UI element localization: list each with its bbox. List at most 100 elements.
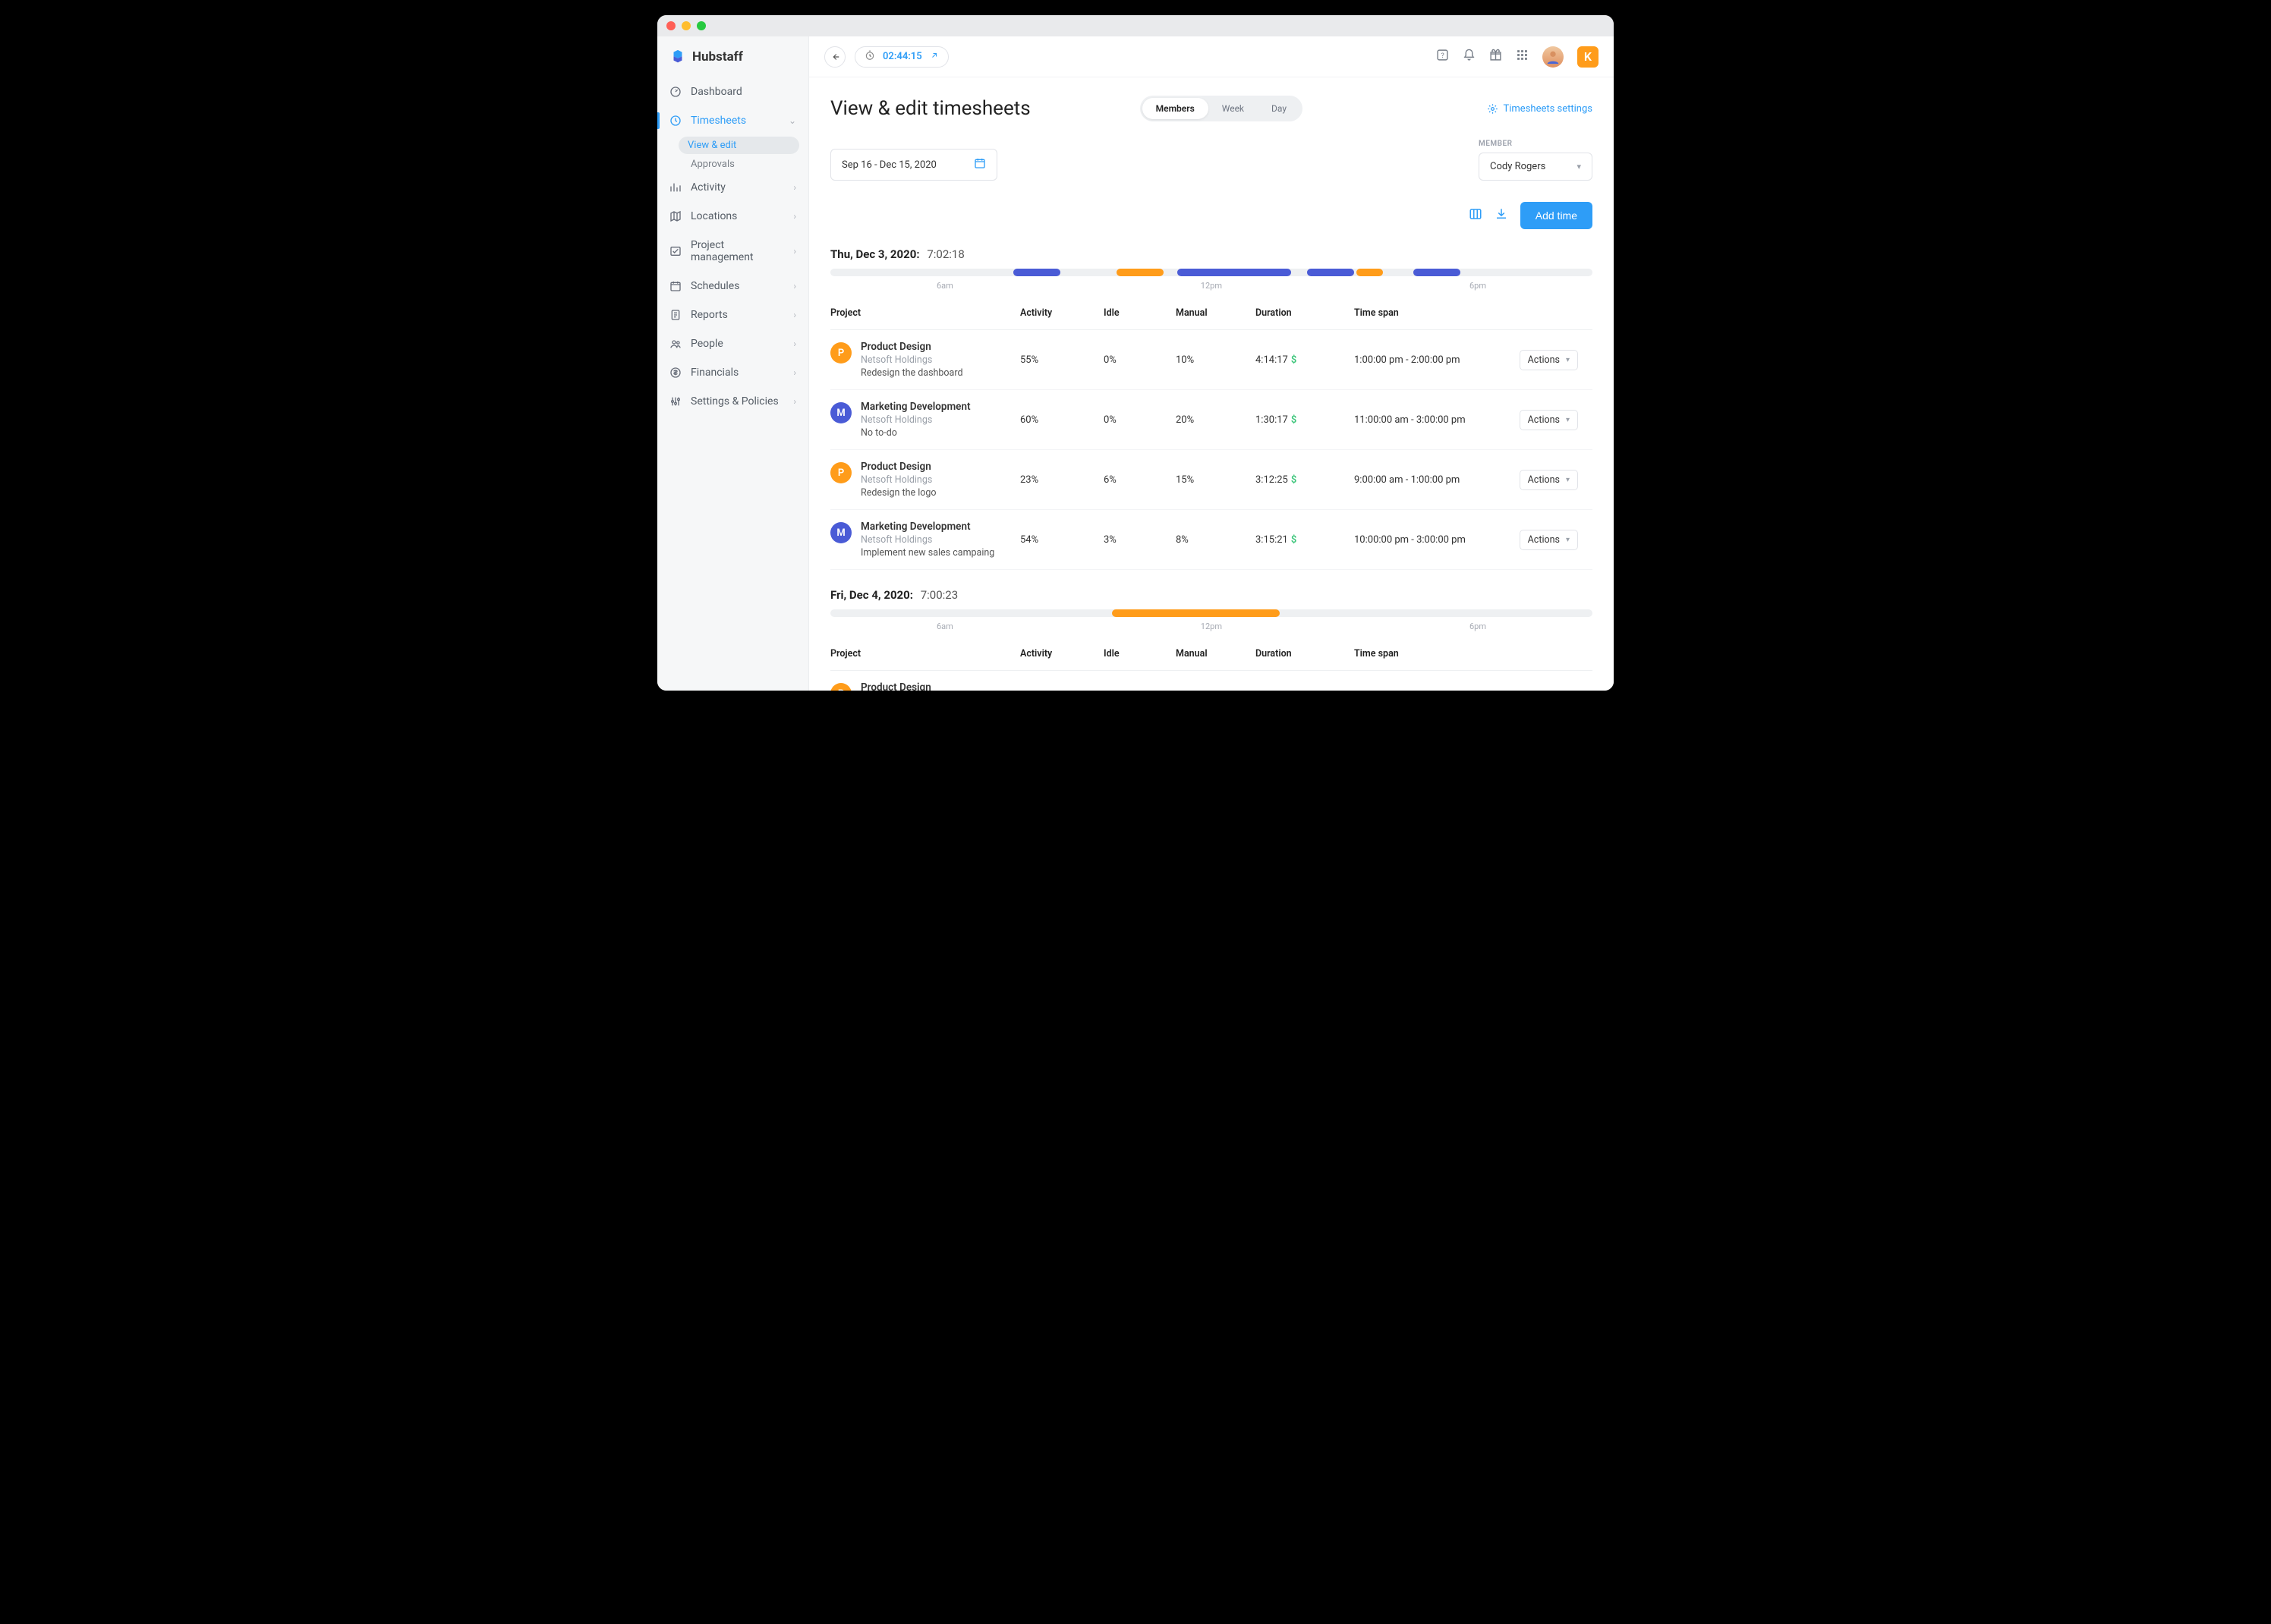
arrow-left-icon — [830, 52, 840, 62]
table-header: ProjectActivityIdleManualDurationTime sp… — [830, 637, 1592, 671]
cell-manual: 15% — [1176, 474, 1255, 486]
timesheets-settings-label: Timesheets settings — [1503, 103, 1592, 115]
col-header: Duration — [1255, 307, 1354, 319]
project-name: Product Design — [861, 341, 963, 353]
report-icon — [669, 309, 682, 321]
cell-duration: 3:12:25 $ — [1255, 474, 1354, 486]
view-toggle-week[interactable]: Week — [1208, 98, 1258, 119]
table-row: P Product Design Netsoft Holdings Redesi… — [830, 330, 1592, 390]
help-icon[interactable]: ? — [1436, 49, 1449, 65]
apps-grid-icon[interactable] — [1516, 49, 1529, 65]
row-actions-button[interactable]: Actions▾ — [1520, 530, 1578, 550]
timeline-segment — [1413, 269, 1460, 276]
calendar-icon — [974, 157, 986, 172]
col-header: Manual — [1176, 307, 1255, 319]
project-task: No to-do — [861, 427, 971, 439]
maximize-window-dot[interactable] — [697, 21, 706, 30]
timeline-segment — [1112, 609, 1280, 617]
minimize-window-dot[interactable] — [682, 21, 691, 30]
gift-icon[interactable] — [1489, 49, 1502, 65]
project-org: Netsoft Holdings — [861, 414, 971, 426]
cell-manual: 20% — [1176, 414, 1255, 426]
brand[interactable]: Hubstaff — [657, 36, 808, 77]
user-avatar[interactable] — [1542, 46, 1564, 68]
view-toggle-members[interactable]: Members — [1142, 98, 1208, 119]
member-select[interactable]: Cody Rogers ▾ — [1479, 153, 1592, 181]
stopwatch-icon — [865, 50, 875, 64]
sidebar-subitem-approvals[interactable]: Approvals — [657, 156, 808, 173]
sidebar-item-financials[interactable]: Financials › — [657, 358, 808, 387]
sidebar-item-activity[interactable]: Activity › — [657, 173, 808, 202]
download-icon[interactable] — [1495, 207, 1508, 224]
row-actions-button[interactable]: Actions▾ — [1520, 350, 1578, 370]
sidebar-item-label: Dashboard — [691, 86, 742, 98]
sidebar-item-settings-policies[interactable]: Settings & Policies › — [657, 387, 808, 416]
cell-idle: 0% — [1104, 414, 1176, 426]
sidebar: Hubstaff Dashboard Timesheets ⌄ View & ed… — [657, 36, 809, 691]
project-name: Product Design — [861, 681, 972, 691]
day-total: 7:00:23 — [921, 588, 958, 602]
columns-icon[interactable] — [1469, 207, 1482, 224]
back-button[interactable] — [824, 46, 846, 68]
cell-activity: 55% — [1020, 354, 1104, 366]
timeline-marks: 6am 12pm 6pm — [830, 276, 1592, 291]
view-toggle: MembersWeekDay — [1140, 96, 1302, 121]
dollar-icon: $ — [1291, 414, 1296, 426]
timer-pill[interactable]: 02:44:15 — [855, 46, 949, 68]
timeline-segment — [1307, 269, 1354, 276]
timesheets-settings-link[interactable]: Timesheets settings — [1487, 103, 1592, 115]
chevron-down-icon: ▾ — [1566, 356, 1570, 364]
chevron-right-icon: › — [793, 396, 796, 407]
date-range-value: Sep 16 - Dec 15, 2020 — [842, 159, 937, 171]
timeline — [830, 269, 1592, 276]
chevron-right-icon: › — [793, 281, 796, 291]
dollar-icon: $ — [1291, 474, 1296, 486]
bell-icon[interactable] — [1463, 49, 1476, 65]
member-select-value: Cody Rogers — [1490, 161, 1545, 172]
project-name: Marketing Development — [861, 521, 994, 533]
col-header: Time span — [1354, 307, 1513, 319]
chevron-right-icon: › — [793, 338, 796, 349]
col-header: Project — [830, 307, 1020, 319]
sidebar-item-project-management[interactable]: Project management › — [657, 231, 808, 272]
org-switcher[interactable]: K — [1577, 46, 1599, 68]
sidebar-item-reports[interactable]: Reports › — [657, 301, 808, 329]
calendar-icon — [669, 280, 682, 292]
date-range-picker[interactable]: Sep 16 - Dec 15, 2020 — [830, 149, 997, 181]
sidebar-item-schedules[interactable]: Schedules › — [657, 272, 808, 301]
row-actions-button[interactable]: Actions▾ — [1520, 470, 1578, 490]
sidebar-item-label: Project management — [691, 239, 784, 263]
timeline-segment — [1013, 269, 1060, 276]
col-header: Project — [830, 648, 1020, 659]
sidebar-item-dashboard[interactable]: Dashboard — [657, 77, 808, 106]
sliders-icon — [669, 395, 682, 408]
clock-icon — [669, 115, 682, 127]
col-header: Idle — [1104, 307, 1176, 319]
project-avatar: M — [830, 402, 852, 423]
cell-activity: 23% — [1020, 474, 1104, 486]
people-icon — [669, 338, 682, 350]
project-task: Redesign the logo — [861, 487, 937, 499]
pm-icon — [669, 245, 682, 257]
page-title: View & edit timesheets — [830, 97, 1031, 120]
sidebar-item-timesheets[interactable]: Timesheets ⌄ — [657, 106, 808, 135]
sidebar-item-locations[interactable]: Locations › — [657, 202, 808, 231]
chevron-down-icon: ⌄ — [789, 115, 796, 126]
cell-duration: 4:14:17 $ — [1255, 354, 1354, 366]
table-row: P Product Design Netsoft Holdings Redesi… — [830, 671, 1592, 691]
col-header: Manual — [1176, 648, 1255, 659]
add-time-button[interactable]: Add time — [1520, 202, 1592, 229]
row-actions-button[interactable]: Actions▾ — [1520, 410, 1578, 430]
project-org: Netsoft Holdings — [861, 534, 994, 546]
col-header: Activity — [1020, 307, 1104, 319]
org-initial: K — [1584, 49, 1592, 64]
project-avatar: P — [830, 342, 852, 364]
cell-manual: 8% — [1176, 534, 1255, 546]
close-window-dot[interactable] — [666, 21, 676, 30]
sidebar-subitem-view-edit[interactable]: View & edit — [679, 137, 799, 154]
cell-idle: 3% — [1104, 534, 1176, 546]
window-titlebar — [657, 15, 1614, 36]
sidebar-item-people[interactable]: People › — [657, 329, 808, 358]
view-toggle-day[interactable]: Day — [1258, 98, 1300, 119]
timeline-marks: 6am 12pm 6pm — [830, 617, 1592, 631]
